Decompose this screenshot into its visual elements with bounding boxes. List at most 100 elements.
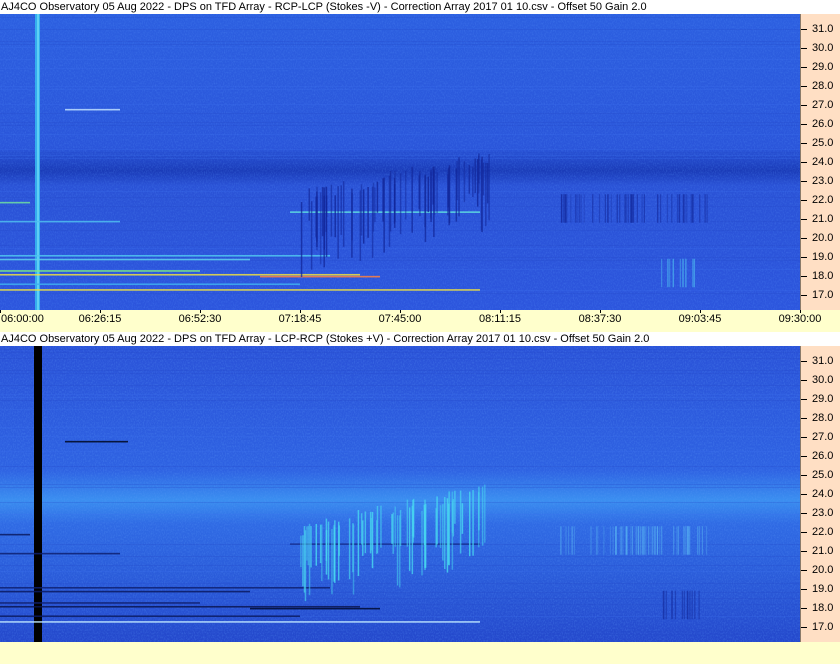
burst-streak	[374, 187, 376, 223]
burst-streak	[331, 528, 333, 595]
burst-streak	[423, 504, 426, 546]
burst-streak	[412, 510, 415, 543]
emission-block	[676, 526, 678, 555]
interference-line	[0, 254, 330, 257]
emission-block	[604, 194, 606, 223]
noise-stripe	[0, 125, 800, 126]
emission-block	[659, 194, 662, 223]
burst-streak	[481, 486, 484, 546]
noise-stripe	[0, 44, 800, 45]
interference-line	[0, 220, 120, 223]
y-tick-mark	[801, 512, 807, 514]
emission-block	[566, 194, 568, 223]
late-burst	[689, 590, 691, 620]
burst-streak	[427, 176, 430, 213]
burst-streak	[468, 491, 471, 557]
emission-block	[636, 526, 638, 555]
noise-stripe	[0, 427, 800, 428]
burst-streak	[472, 166, 474, 197]
noise-stripe	[0, 598, 800, 599]
emission-block	[590, 526, 592, 555]
emission-block	[704, 194, 706, 223]
burst-streak	[488, 154, 490, 221]
x-tick-label: 07:18:45	[278, 313, 322, 325]
x-tick-label: 07:45:00	[378, 313, 422, 325]
noise-stripe	[0, 245, 800, 246]
emission-block	[701, 526, 704, 555]
burst-streak	[456, 160, 458, 201]
noise-stripe	[0, 161, 800, 162]
noise-stripe	[0, 352, 800, 353]
burst-streak	[372, 182, 375, 232]
x-tick-label: 06:52:30	[178, 313, 222, 325]
y-tick-label: 29.0	[812, 61, 834, 74]
emission-block	[560, 194, 563, 223]
noise-stripe	[0, 451, 800, 452]
emission-block	[610, 194, 612, 223]
y-tick-label: 26.0	[812, 118, 834, 131]
bottom-y-axis: 31.0 30.0 29.0 28.0 27.0 26.0 25.0 24.0 23.0 22.0…	[800, 346, 840, 642]
noise-stripe	[0, 502, 800, 503]
interference-line	[250, 607, 380, 610]
late-burst	[663, 590, 665, 620]
time-axis: 06:00:00 06:26:15 06:52:30 07:18:45 07:45:00…	[0, 310, 840, 332]
burst-streak	[380, 505, 382, 548]
y-tick-label: 28.0	[812, 412, 834, 425]
late-burst	[692, 258, 694, 288]
noise-stripe	[0, 134, 800, 135]
y-tick-mark	[801, 626, 807, 628]
burst-streak	[357, 510, 360, 576]
top-spectrogram	[0, 14, 800, 310]
bottom-spectrogram	[0, 346, 800, 642]
late-burst	[679, 258, 681, 288]
y-tick-mark	[801, 275, 807, 277]
interference-line	[260, 275, 380, 278]
burst-streak	[459, 490, 462, 554]
burst-streak	[375, 520, 378, 555]
burst-streak	[389, 171, 392, 232]
top-spectrogram-svg	[0, 14, 800, 310]
late-burst	[698, 590, 700, 620]
noise-stripe	[0, 17, 800, 18]
interference-line	[0, 621, 480, 623]
noise-stripe	[0, 68, 800, 69]
y-tick-mark	[801, 607, 807, 609]
emission-block	[657, 194, 659, 223]
burst-streak	[321, 187, 324, 237]
burst-streak	[411, 166, 413, 233]
burst-streak	[342, 181, 345, 247]
burst-streak	[367, 186, 369, 238]
noise-stripe	[0, 113, 800, 114]
y-tick-mark	[801, 162, 807, 163]
y-tick-mark	[801, 199, 807, 201]
y-tick-label: 22.0	[812, 525, 834, 538]
burst-streak	[433, 166, 436, 215]
emission-block	[571, 526, 573, 555]
x-tick-label: 09:30:00	[778, 313, 822, 325]
burst-streak	[435, 508, 437, 548]
interference-line	[0, 533, 30, 536]
emission-block	[597, 526, 599, 555]
y-tick-mark	[801, 494, 807, 495]
emission-block	[562, 194, 564, 223]
burst-streak	[406, 499, 409, 547]
emission-block	[689, 526, 691, 555]
emission-block	[652, 526, 654, 555]
burst-streak	[319, 192, 322, 265]
emission-block	[560, 526, 562, 555]
interference-line	[290, 211, 480, 213]
burst-streak	[364, 511, 367, 554]
burst-streak	[399, 515, 401, 588]
interference-line	[0, 552, 120, 555]
y-tick-mark	[801, 569, 807, 571]
burst-streak	[484, 484, 486, 543]
emission-block	[676, 194, 679, 223]
burst-streak	[351, 188, 353, 258]
burst-streak	[430, 169, 432, 223]
interference-line	[0, 270, 200, 272]
burst-streak	[399, 173, 402, 235]
y-tick-mark	[801, 361, 807, 363]
emission-block	[630, 526, 632, 555]
burst-streak	[325, 195, 328, 258]
emission-block	[625, 194, 628, 223]
